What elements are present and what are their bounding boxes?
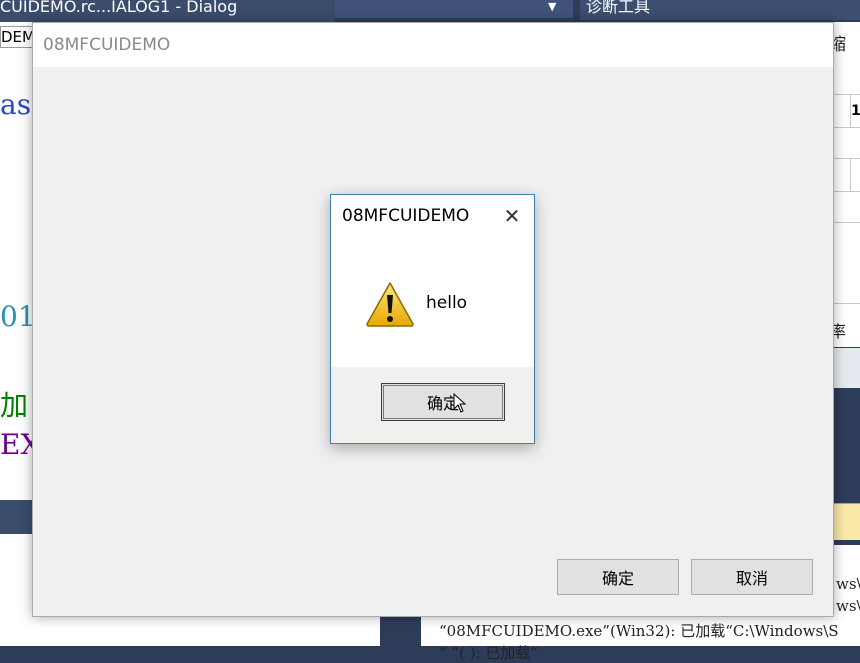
code-fragment: as [0, 88, 32, 121]
editor-scope-combo[interactable]: DEM [0, 26, 36, 48]
diagnostics-grid-cell [832, 222, 860, 304]
message-box-title: 08MFCUIDEMO [342, 206, 470, 226]
diagnostics-grid-cell [832, 158, 852, 192]
message-box-title-bar[interactable]: 08MFCUIDEMO ✕ [331, 195, 534, 239]
main-dialog-title: 08MFCUIDEMO [43, 35, 171, 55]
diagnostics-grid-cell [850, 158, 860, 192]
message-text: hello [426, 293, 468, 313]
diagnostics-panel-title: 诊断工具 [580, 0, 860, 20]
output-line: “08MFCUIDEMO.exe”(Win32): 已加载“C:\Windows… [439, 622, 839, 640]
main-ok-button[interactable]: 确定 [557, 559, 679, 595]
close-icon[interactable]: ✕ [501, 205, 523, 227]
ide-document-tab-label: CUIDEMO.rc...IALOG1 - Dialog [0, 0, 238, 16]
chevron-down-icon[interactable]: ▼ [548, 0, 556, 14]
info-bar [830, 503, 860, 540]
output-line: ws\S [836, 597, 860, 615]
mouse-cursor-icon [453, 393, 467, 413]
main-cancel-button[interactable]: 取消 [691, 559, 813, 595]
main-dialog-title-bar[interactable]: 08MFCUIDEMO [33, 23, 833, 67]
diagnostics-grid-cell: 1 [850, 94, 860, 128]
message-box-window: 08MFCUIDEMO ✕ hello 确定 [330, 194, 535, 444]
code-fragment: 加 [0, 389, 29, 422]
message-ok-button[interactable]: 确定 [381, 383, 505, 421]
output-line: ws\S [836, 575, 860, 593]
ide-document-tab[interactable]: CUIDEMO.rc...IALOG1 - Dialog [0, 0, 335, 22]
ide-toolbar-combo[interactable] [335, 0, 573, 18]
diagnostics-grid-cell [832, 94, 852, 128]
code-fragment: 01 [0, 300, 36, 333]
output-line: “ ”( ): 已加载“ [439, 644, 539, 662]
warning-icon [366, 282, 414, 327]
